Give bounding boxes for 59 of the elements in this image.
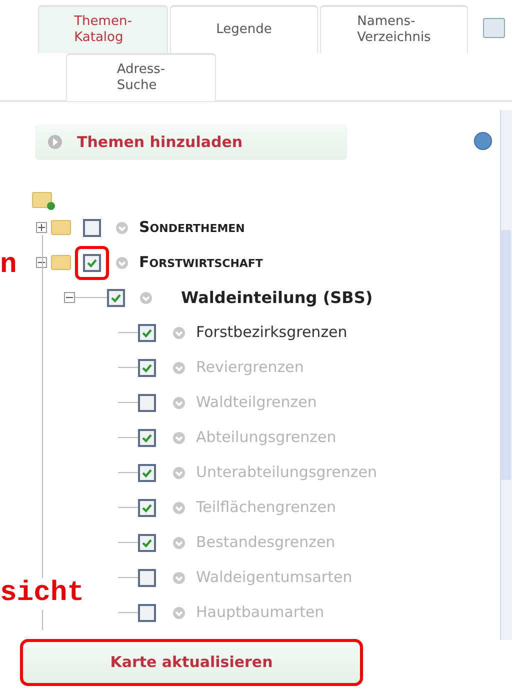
layer-label: Forstbezirksgrenzen [196, 322, 348, 344]
checkmark-icon [141, 326, 153, 338]
checkbox[interactable] [138, 428, 156, 446]
layer-label: Sonderthemen [139, 217, 245, 238]
layer-label: Teilflächengrenzen [196, 497, 336, 518]
checkbox[interactable] [138, 498, 156, 516]
checkmark-icon [141, 502, 153, 514]
checkbox[interactable] [107, 288, 125, 306]
scrollbar[interactable] [500, 110, 512, 640]
expand-toggle[interactable] [36, 222, 47, 233]
circle-icon [172, 606, 186, 620]
checkbox[interactable] [138, 394, 156, 412]
collapse-toggle[interactable] [36, 257, 47, 268]
collapse-toggle[interactable] [64, 292, 75, 303]
checkmark-icon [110, 292, 122, 304]
circle-icon [172, 360, 186, 374]
circle-icon [172, 466, 186, 480]
checkbox[interactable] [138, 568, 156, 586]
circle-icon [172, 326, 186, 340]
layer-label: Waldeigentumsarten [196, 567, 352, 588]
circle-icon [172, 536, 186, 550]
layer-label: Hauptbaumarten [196, 602, 324, 624]
circle-icon [172, 430, 186, 444]
circle-icon [172, 396, 186, 410]
play-icon [47, 134, 63, 150]
tab[interactable]: Adress- Suche [66, 53, 216, 101]
circle-icon [172, 500, 186, 514]
checkbox[interactable] [138, 358, 156, 376]
folder-icon [51, 220, 71, 235]
circle-icon [139, 290, 153, 304]
annotation-text: sicht [0, 578, 84, 610]
checkmark-icon [141, 432, 153, 444]
checkbox[interactable] [138, 464, 156, 482]
checkmark-icon [141, 466, 153, 478]
layer-label: Bestandesgrenzen [196, 532, 336, 554]
tab[interactable]: Themen- Katalog [38, 5, 168, 53]
checkbox[interactable] [83, 254, 101, 272]
circle-icon [172, 570, 186, 584]
tab[interactable]: Legende [170, 5, 318, 53]
update-map-button[interactable]: Karte aktualisieren [20, 639, 363, 686]
layer-label: Reviergrenzen [196, 357, 304, 378]
circle-icon [115, 220, 129, 234]
layer-label: Waldteilgrenzen [196, 392, 317, 414]
checkmark-icon [141, 362, 153, 374]
help-icon[interactable] [474, 132, 492, 150]
layer-label: Waldeinteilung (SBS) [181, 286, 373, 308]
checkbox[interactable] [138, 534, 156, 552]
checkbox[interactable] [138, 324, 156, 342]
checkmark-icon [86, 256, 98, 268]
checkbox[interactable] [138, 604, 156, 622]
circle-icon [115, 256, 129, 270]
tab[interactable]: Namens- Verzeichnis [320, 5, 468, 53]
checkbox[interactable] [83, 218, 101, 236]
layer-label: Unterabteilungsgrenzen [196, 462, 377, 484]
layer-label: Abteilungsgrenzen [196, 427, 336, 448]
add-themes-button[interactable]: Themen hinzuladen [35, 124, 347, 160]
layer-label: Forstwirtschaft [139, 252, 263, 274]
checkmark-icon [141, 536, 153, 548]
folder-icon [51, 255, 71, 270]
